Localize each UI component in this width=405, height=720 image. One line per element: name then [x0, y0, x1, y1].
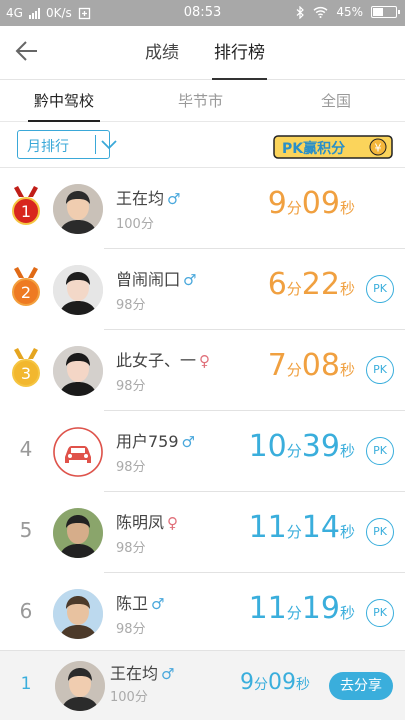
rank-row[interactable]: 3 此女子、一 ♀ 98分 7分08秒 PK [0, 330, 405, 411]
tab-leaderboard[interactable]: 排行榜 [212, 26, 267, 80]
pk-banner[interactable]: PK赢积分 ¥ [272, 132, 394, 162]
pk-button[interactable]: PK [366, 356, 394, 384]
my-name-text: 王在均 [110, 664, 159, 683]
back-arrow-icon [15, 41, 37, 61]
user-name: 陈明凤 ♀ [116, 509, 178, 533]
rank-row[interactable]: 2 曾闹闹囗 ♂ 98分 6分22秒 PK [0, 249, 405, 330]
rank-number: 4 [19, 437, 33, 461]
my-avatar [55, 661, 105, 711]
wifi-icon [313, 6, 328, 18]
status-right: 45% [296, 5, 400, 19]
my-rank-number: 1 [20, 674, 32, 694]
my-time-min-unit: 分 [254, 677, 268, 693]
male-icon: ♂ [167, 190, 181, 208]
exam-time: 11分14秒 [248, 510, 355, 545]
filter-bar: 月排行 PK赢积分 ¥ [0, 122, 405, 168]
svg-text:3: 3 [21, 364, 31, 383]
male-icon: ♂ [181, 433, 195, 451]
period-select-divider [95, 135, 96, 154]
user-name-text: 用户759 [116, 432, 179, 451]
nav-bar: 成绩 排行榜 [0, 26, 405, 80]
male-icon: ♂ [183, 271, 197, 289]
avatar [53, 346, 103, 396]
user-name-text: 此女子、一 [116, 351, 197, 370]
pk-button[interactable]: PK [366, 437, 394, 465]
my-time: 9分09秒 [240, 670, 310, 695]
user-score: 100分 [116, 217, 154, 232]
medal-icon: 1 [10, 184, 42, 228]
avatar [53, 508, 103, 558]
coin-icon: ¥ [375, 142, 382, 155]
scope-tab-city[interactable]: 毕节市 [178, 80, 223, 122]
bluetooth-icon [296, 5, 305, 19]
scope-tabs: 黔中驾校 毕节市 全国 [0, 80, 405, 122]
my-time-min: 9 [240, 670, 254, 695]
status-bar: 4G 0K/s 08:53 45% [0, 0, 405, 26]
female-icon: ♀ [199, 352, 211, 370]
male-icon: ♂ [161, 665, 175, 683]
exam-time: 9分09秒 [267, 186, 355, 221]
svg-text:2: 2 [21, 283, 31, 302]
pk-button[interactable]: PK [366, 599, 394, 627]
user-name: 曾闹闹囗 ♂ [116, 266, 196, 290]
pk-banner-text: PK赢积分 [282, 140, 345, 157]
user-name: 陈卫 ♂ [116, 590, 164, 614]
battery-fill [373, 8, 383, 16]
rank-row[interactable]: 5 陈明凤 ♀ 98分 11分14秒 PK [0, 492, 405, 573]
exam-time: 10分39秒 [248, 429, 355, 464]
user-score: 98分 [116, 379, 146, 394]
period-select-label: 月排行 [27, 139, 69, 155]
rank-row[interactable]: 6 陈卫 ♂ 98分 11分19秒 PK [0, 573, 405, 654]
rank-number: 5 [19, 518, 33, 542]
my-rank-bar: 1 王在均 ♂ 100分 9分09秒 去分享 [0, 650, 405, 720]
back-button[interactable] [14, 38, 54, 68]
period-select[interactable]: 月排行 [17, 130, 117, 159]
male-icon: ♂ [151, 595, 165, 613]
female-icon: ♀ [167, 514, 179, 532]
medal-icon: 2 [10, 265, 42, 309]
ranking-list: 1 王在均 ♂ 100分 9分09秒 2 曾闹闹囗 ♂ 98分 6分22秒 PK 3 此女子、一 ♀ 98分… [0, 168, 405, 654]
exam-time: 7分08秒 [267, 348, 355, 383]
my-name: 王在均 ♂ [110, 660, 174, 684]
user-score: 98分 [116, 622, 146, 637]
user-name-text: 曾闹闹囗 [116, 270, 181, 289]
rank-row[interactable]: 1 王在均 ♂ 100分 9分09秒 [0, 168, 405, 249]
medal-icon: 3 [10, 346, 42, 390]
user-name: 用户759 ♂ [116, 428, 195, 452]
user-score: 98分 [116, 298, 146, 313]
user-name: 王在均 ♂ [116, 185, 180, 209]
scope-tab-national[interactable]: 全国 [321, 80, 351, 122]
tab-scores[interactable]: 成绩 [145, 26, 179, 80]
scope-tab-school[interactable]: 黔中驾校 [27, 80, 101, 122]
user-score: 98分 [116, 541, 146, 556]
avatar [53, 589, 103, 639]
battery-percent: 45% [336, 5, 363, 19]
my-time-sec: 09 [268, 670, 296, 695]
chevron-down-icon [101, 140, 117, 150]
pk-button[interactable]: PK [366, 518, 394, 546]
user-name-text: 陈卫 [116, 594, 149, 613]
my-score: 100分 [110, 690, 148, 705]
rank-number: 6 [19, 599, 33, 623]
exam-time: 6分22秒 [267, 267, 355, 302]
battery-icon [371, 6, 400, 18]
my-time-sec-unit: 秒 [296, 677, 310, 693]
avatar [53, 427, 103, 477]
exam-time: 11分19秒 [248, 591, 355, 626]
user-name-text: 王在均 [116, 189, 165, 208]
pk-button[interactable]: PK [366, 275, 394, 303]
user-score: 98分 [116, 460, 146, 475]
avatar [53, 184, 103, 234]
user-name-text: 陈明凤 [116, 513, 165, 532]
user-name: 此女子、一 ♀ [116, 347, 210, 371]
svg-text:1: 1 [21, 202, 31, 221]
share-button[interactable]: 去分享 [329, 672, 393, 700]
rank-row[interactable]: 4 用户759 ♂ 98分 10分39秒 PK [0, 411, 405, 492]
avatar [53, 265, 103, 315]
